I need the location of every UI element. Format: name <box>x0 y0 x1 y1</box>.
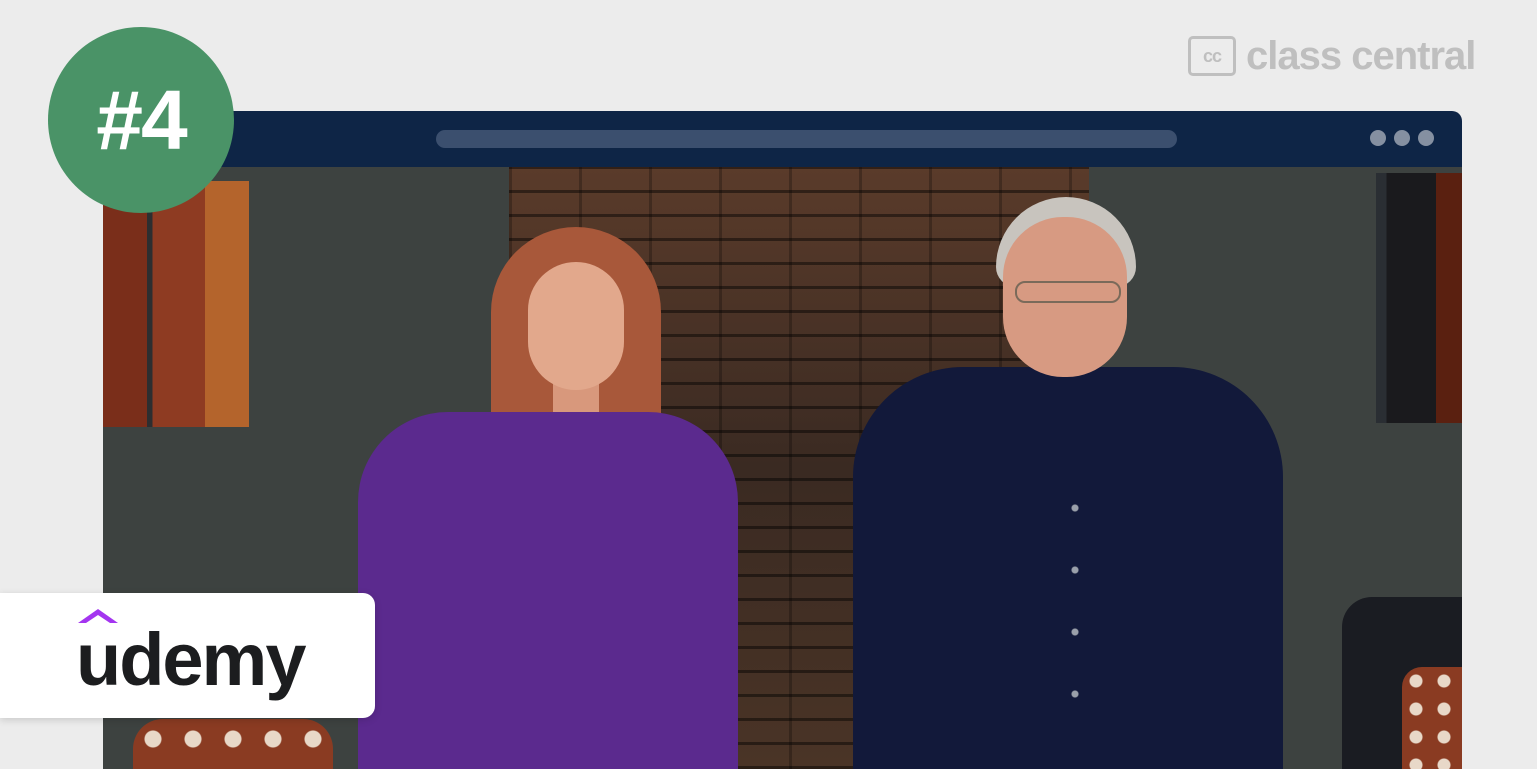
address-bar[interactable] <box>436 130 1177 148</box>
face <box>528 262 624 390</box>
pillow <box>133 719 333 769</box>
rank-badge: #4 <box>48 27 234 213</box>
purple-top <box>358 412 738 769</box>
shirt-buttons <box>1071 477 1079 727</box>
dot-icon[interactable] <box>1418 130 1434 146</box>
class-central-logo: cc class central <box>1188 34 1476 78</box>
pillow <box>1402 667 1462 769</box>
navy-shirt <box>853 367 1283 769</box>
glasses-icon <box>1015 281 1121 303</box>
cc-mark-icon: cc <box>1188 36 1236 76</box>
class-central-wordmark: class central <box>1246 34 1476 78</box>
dot-icon[interactable] <box>1394 130 1410 146</box>
dot-icon[interactable] <box>1370 130 1386 146</box>
window-controls <box>1370 130 1434 146</box>
provider-card: udemy <box>0 593 375 718</box>
wall-art-right <box>1376 173 1462 423</box>
provider-logo: udemy <box>76 618 307 701</box>
browser-titlebar <box>103 111 1462 167</box>
wall-art-left <box>103 181 249 427</box>
